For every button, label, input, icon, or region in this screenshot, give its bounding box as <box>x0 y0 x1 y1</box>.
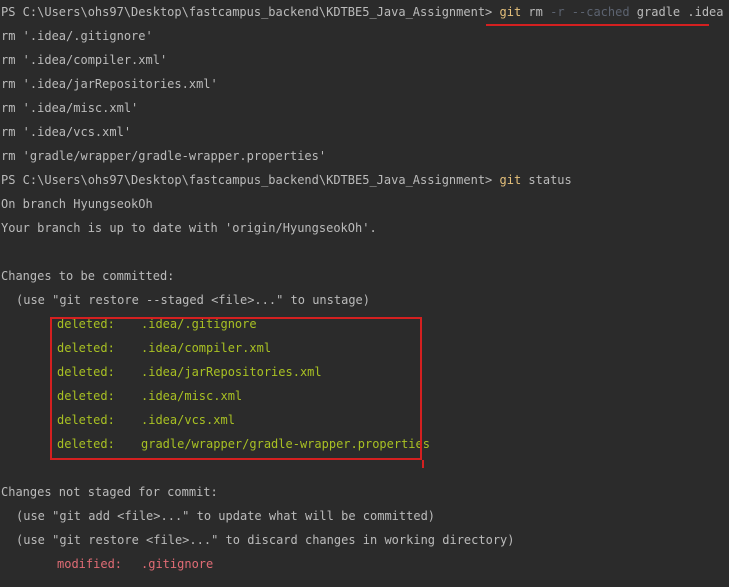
output-line: rm '.idea/.gitignore' <box>1 29 153 43</box>
command-flags: -r --cached <box>550 5 630 19</box>
staged-hint: (use "git restore --staged <file>..." to… <box>16 293 371 307</box>
command-args: status <box>521 173 572 187</box>
annotation-box-tick <box>422 460 424 468</box>
command-args: gradle .idea <box>629 5 724 19</box>
output-line: rm '.idea/vcs.xml' <box>1 125 132 139</box>
branch-line: On branch HyungseokOh <box>1 197 153 211</box>
uptodate-line: Your branch is up to date with 'origin/H… <box>1 221 377 235</box>
annotation-underline <box>486 24 709 26</box>
command-subcommand: rm <box>521 5 551 19</box>
prompt: PS C:\Users\ohs97\Desktop\fastcampus_bac… <box>1 173 500 187</box>
command-line-1: PS C:\Users\ohs97\Desktop\fastcampus_bac… <box>1 0 724 24</box>
output-line: rm '.idea/jarRepositories.xml' <box>1 77 218 91</box>
staged-header: Changes to be committed: <box>1 269 175 283</box>
command-line-2: PS C:\Users\ohs97\Desktop\fastcampus_bac… <box>1 168 572 192</box>
modified-path: .gitignore <box>141 557 214 571</box>
terminal-window[interactable]: PS C:\Users\ohs97\Desktop\fastcampus_bac… <box>0 0 729 587</box>
modified-entry: modified: .gitignore <box>57 552 437 576</box>
output-line: rm 'gradle/wrapper/gradle-wrapper.proper… <box>1 149 327 163</box>
unstaged-hint-restore: (use "git restore <file>..." to discard … <box>16 533 515 547</box>
unstaged-header: Changes not staged for commit: <box>1 485 218 499</box>
prompt: PS C:\Users\ohs97\Desktop\fastcampus_bac… <box>1 5 500 19</box>
git-keyword: git <box>499 173 522 187</box>
output-line: rm '.idea/compiler.xml' <box>1 53 168 67</box>
modified-label: modified: <box>57 557 123 571</box>
git-keyword: git <box>499 5 522 19</box>
unstaged-hint-add: (use "git add <file>..." to update what … <box>16 509 436 523</box>
output-line: rm '.idea/misc.xml' <box>1 101 139 115</box>
annotation-box <box>50 317 422 460</box>
